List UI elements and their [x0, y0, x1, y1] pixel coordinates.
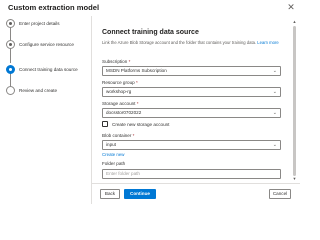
- storage-account-select[interactable]: docsstor0702022 ⌄: [102, 108, 281, 118]
- step-enter-project-details[interactable]: Enter project details: [6, 18, 60, 28]
- create-storage-checkbox-row[interactable]: Create new storage account: [102, 121, 169, 127]
- footer-divider: [92, 183, 300, 184]
- blob-container-value: input: [106, 142, 116, 147]
- step-configure-service-resource[interactable]: Configure service resource: [6, 39, 74, 49]
- step-current-icon: [6, 64, 15, 74]
- required-marker: *: [135, 80, 138, 85]
- section-heading: Connect training data source: [102, 29, 199, 36]
- wizard-stepper: Enter project details Configure service …: [0, 18, 90, 204]
- create-storage-checkbox[interactable]: [102, 121, 108, 127]
- resource-group-label-text: Resource group: [102, 80, 135, 85]
- step-label: Connect training data source: [19, 66, 78, 72]
- chevron-down-icon: ⌄: [272, 68, 277, 74]
- back-button[interactable]: Back: [100, 189, 120, 199]
- folder-path-label: Folder path: [102, 161, 126, 166]
- step-label: Configure service resource: [19, 41, 74, 47]
- step-pending-icon: [6, 85, 15, 95]
- panel-divider: [91, 16, 92, 204]
- resource-group-select[interactable]: workshop-rg ⌄: [102, 87, 281, 97]
- section-description: Link the Azure Blob Storage account and …: [102, 40, 284, 45]
- step-connector: [10, 47, 11, 63]
- scroll-down-icon[interactable]: ▼: [292, 176, 297, 181]
- dialog-title: Custom extraction model: [8, 3, 100, 12]
- blob-container-label-text: Blob container: [102, 133, 132, 138]
- blob-container-select[interactable]: input ⌄: [102, 140, 281, 150]
- step-complete-icon: [6, 39, 15, 49]
- required-marker: *: [128, 59, 131, 64]
- create-storage-label: Create new storage account: [112, 121, 170, 127]
- storage-account-value: docsstor0702022: [106, 110, 142, 115]
- step-label: Review and create: [19, 87, 58, 93]
- storage-account-label-text: Storage account: [102, 101, 136, 106]
- folder-path-input[interactable]: Enter folder path: [102, 169, 281, 179]
- step-label: Enter project details: [19, 20, 60, 26]
- close-icon[interactable]: ✕: [285, 1, 297, 13]
- subscription-select[interactable]: MSDN Platforms Subscription ⌄: [102, 66, 281, 76]
- subscription-value: MSDN Platforms Subscription: [106, 68, 167, 73]
- step-connect-training-data-source[interactable]: Connect training data source: [6, 64, 78, 74]
- continue-button[interactable]: Continue: [124, 189, 156, 199]
- resource-group-value: workshop-rg: [106, 89, 132, 94]
- learn-more-link[interactable]: Learn more: [257, 40, 278, 45]
- scrollbar-thumb[interactable]: [293, 26, 296, 176]
- chevron-down-icon: ⌄: [272, 142, 277, 148]
- chevron-down-icon: ⌄: [272, 110, 277, 116]
- description-text: Link the Azure Blob Storage account and …: [102, 40, 257, 45]
- step-review-and-create[interactable]: Review and create: [6, 85, 57, 95]
- create-new-container-link[interactable]: Create new: [102, 152, 124, 157]
- chevron-down-icon: ⌄: [272, 89, 277, 95]
- blob-container-label: Blob container *: [102, 133, 134, 138]
- required-marker: *: [132, 133, 135, 138]
- storage-account-label: Storage account *: [102, 101, 139, 106]
- cancel-button[interactable]: Cancel: [269, 189, 291, 199]
- scroll-up-icon[interactable]: ▲: [292, 19, 297, 24]
- required-marker: *: [136, 101, 139, 106]
- step-complete-icon: [6, 18, 15, 28]
- resource-group-label: Resource group *: [102, 80, 138, 85]
- subscription-label: Subscription *: [102, 59, 130, 64]
- subscription-label-text: Subscription: [102, 59, 128, 64]
